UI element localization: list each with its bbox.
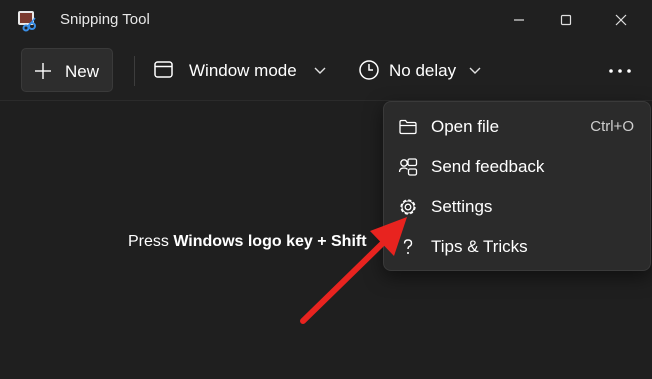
canvas-instruction-prefix: Press [128, 233, 174, 250]
plus-icon [35, 63, 51, 79]
snipping-tool-app-icon [17, 10, 39, 32]
menu-item-open-file[interactable]: Open file Ctrl+O [384, 108, 650, 146]
delay-label: No delay [389, 61, 457, 80]
feedback-icon [398, 158, 418, 176]
maximize-icon [560, 14, 572, 26]
folder-icon [399, 119, 417, 135]
minimize-button[interactable] [496, 0, 542, 40]
gear-icon [400, 199, 416, 215]
toolbar: New Window mode No delay [0, 40, 652, 101]
chevron-down-icon [469, 67, 481, 74]
canvas-instruction: Press Windows logo key + Shift [128, 233, 367, 251]
canvas-instruction-shortcut: Windows logo key + Shift [173, 233, 367, 250]
minimize-icon [514, 19, 524, 21]
more-options-menu: Open file Ctrl+O Send feedback Settings … [383, 101, 651, 271]
more-options-icon [609, 69, 631, 73]
close-icon [615, 14, 627, 26]
menu-item-send-feedback[interactable]: Send feedback [384, 148, 650, 186]
menu-item-label: Send feedback [431, 157, 545, 176]
menu-item-label: Tips & Tricks [431, 237, 528, 256]
menu-item-label: Open file [431, 117, 500, 136]
menu-item-tips-tricks[interactable]: Tips & Tricks [384, 228, 650, 266]
maximize-button[interactable] [543, 0, 589, 40]
window-title: Snipping Tool [60, 11, 150, 28]
menu-item-settings[interactable]: Settings [384, 188, 650, 226]
window-mode-icon [154, 61, 173, 78]
question-icon [403, 239, 413, 254]
chevron-down-icon [314, 67, 326, 74]
menu-item-label: Settings [431, 197, 493, 216]
title-bar: Snipping Tool [0, 0, 652, 40]
toolbar-divider [134, 56, 135, 86]
menu-item-shortcut: Ctrl+O [590, 118, 634, 135]
snip-mode-dropdown[interactable]: Window mode [146, 50, 336, 90]
snip-mode-label: Window mode [189, 61, 297, 80]
new-button-label: New [65, 62, 100, 81]
delay-dropdown[interactable]: No delay [352, 50, 492, 90]
clock-icon [359, 60, 379, 80]
new-button[interactable]: New [21, 48, 113, 92]
close-button[interactable] [598, 0, 644, 40]
see-more-button[interactable] [598, 50, 642, 90]
